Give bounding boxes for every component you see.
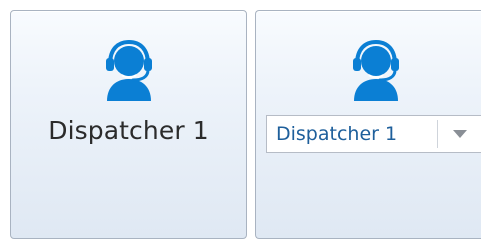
headset-operator-icon [98, 39, 160, 101]
headset-operator-icon [345, 39, 407, 101]
dispatcher-select[interactable]: Dispatcher 1 [266, 115, 481, 153]
dispatcher-tile-1[interactable]: Dispatcher 1 [10, 10, 247, 239]
chevron-down-icon[interactable] [438, 116, 481, 152]
dispatcher-select-value: Dispatcher 1 [276, 123, 398, 145]
dispatcher-tile-2[interactable]: Dispatcher 1 [255, 10, 481, 239]
dispatcher-panel: Dispatcher 1 Dispatcher 1 [0, 0, 481, 241]
dispatcher-name-label: Dispatcher 1 [48, 116, 209, 145]
